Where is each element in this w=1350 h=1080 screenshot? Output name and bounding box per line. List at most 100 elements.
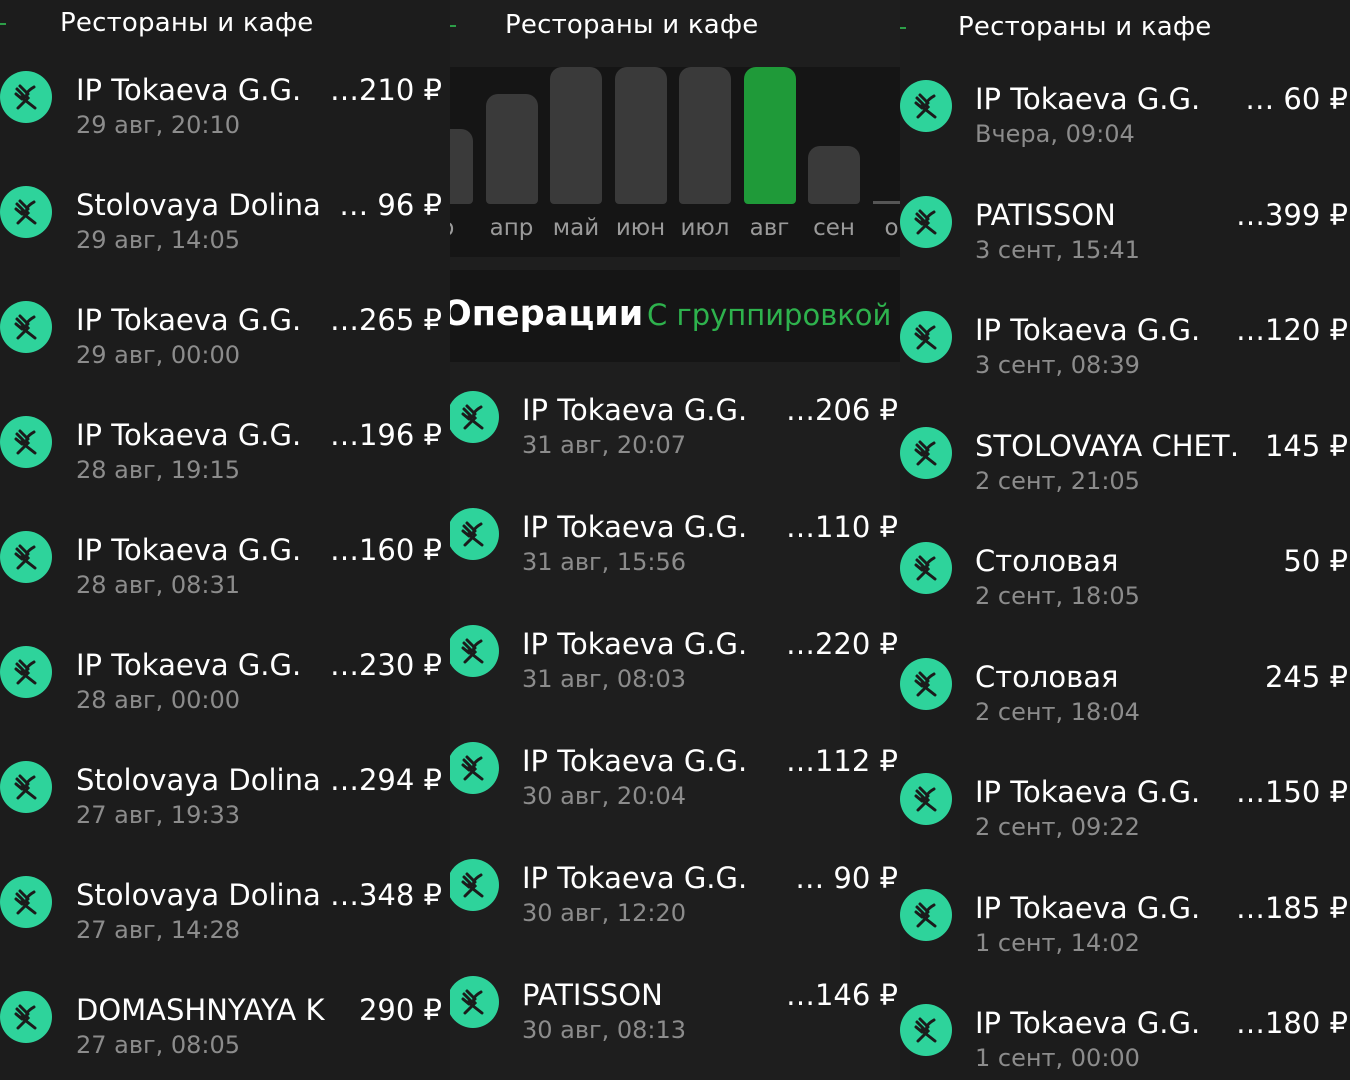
transaction-row[interactable]: IP Tokaeva G.G. 31 авг, 08:03 …220 ₽ <box>450 599 900 709</box>
month-bar[interactable] <box>550 67 602 204</box>
transaction-amount: …265 ₽ <box>329 303 442 337</box>
transaction-row[interactable]: IP Tokaeva G.G. 29 авг, 00:00 …265 ₽ <box>0 275 450 385</box>
page-title: Рестораны и кафе <box>958 12 1212 42</box>
transaction-row[interactable]: IP Tokaeva G.G. Вчера, 09:04 … 60 ₽ <box>900 54 1350 164</box>
monthly-spending-chart: рапрмайиюниюлавгсенок <box>450 67 900 257</box>
transaction-amount: … 96 ₽ <box>339 188 442 222</box>
transaction-row[interactable]: IP Tokaeva G.G. 1 сент, 00:00 …180 ₽ <box>900 978 1350 1080</box>
transaction-date: 2 сент, 18:04 <box>975 697 1140 726</box>
fork-knife-icon <box>900 311 952 363</box>
merchant-name: PATISSON <box>975 197 1116 232</box>
month-label: авг <box>749 215 790 241</box>
transaction-date: 1 сент, 14:02 <box>975 928 1140 957</box>
merchant-name: IP Tokaeva G.G. <box>76 533 302 567</box>
transaction-amount: … 90 ₽ <box>795 861 898 895</box>
page-title: Рестораны и кафе <box>60 8 314 38</box>
transaction-date: 31 авг, 08:03 <box>522 665 687 693</box>
month-label: июл <box>680 215 730 241</box>
transaction-amount: 290 ₽ <box>358 993 442 1027</box>
transaction-row[interactable]: IP Tokaeva G.G. 31 авг, 15:56 …110 ₽ <box>450 482 900 592</box>
transaction-row[interactable]: IP Tokaeva G.G. 2 сент, 09:22 …150 ₽ <box>900 747 1350 857</box>
merchant-name: Stolovaya Dolina <box>76 763 321 797</box>
transaction-row[interactable]: PATISSON 3 сент, 15:41 …399 ₽ <box>900 170 1350 280</box>
transaction-row[interactable]: DOMASHNYAYA K… 27 авг, 08:05 290 ₽ <box>0 965 450 1075</box>
transaction-row[interactable]: IP Tokaeva G.G. 28 авг, 00:00 …230 ₽ <box>0 620 450 730</box>
merchant-name: IP Tokaeva G.G. <box>522 627 748 661</box>
transaction-date: Вчера, 09:04 <box>975 120 1135 148</box>
transaction-row[interactable]: STOLOVAYA CHET… 2 сент, 21:05 145 ₽ <box>900 401 1350 511</box>
transaction-date: 3 сент, 15:41 <box>975 235 1140 264</box>
transaction-amount: 145 ₽ <box>1264 428 1348 463</box>
month-bar[interactable] <box>808 146 860 204</box>
month-label: апр <box>489 215 534 241</box>
transaction-amount: …180 ₽ <box>1235 1006 1348 1040</box>
transaction-date: 30 авг, 08:13 <box>522 1016 687 1044</box>
transaction-amount: …210 ₽ <box>329 73 442 107</box>
grouping-toggle[interactable]: С группировкой <box>647 298 891 332</box>
panel-august-end: Рестораны и кафе IP Tokaeva G.G. 29 авг, … <box>0 0 450 1080</box>
merchant-name: Stolovaya Dolina <box>76 188 321 222</box>
fork-knife-icon <box>900 657 952 710</box>
fork-knife-icon <box>450 976 499 1028</box>
merchant-name: IP Tokaeva G.G. <box>975 890 1201 925</box>
operations-title: Операции <box>450 294 644 334</box>
fork-knife-icon <box>0 71 52 123</box>
fork-knife-icon <box>450 742 499 794</box>
transaction-amount: …150 ₽ <box>1235 775 1348 809</box>
transaction-date: 2 сент, 21:05 <box>975 466 1140 495</box>
transaction-date: 27 авг, 08:05 <box>76 1031 241 1059</box>
transaction-row[interactable]: Столовая 2 сент, 18:04 245 ₽ <box>900 632 1350 742</box>
transaction-row[interactable]: IP Tokaeva G.G. 3 сент, 08:39 …120 ₽ <box>900 285 1350 395</box>
transaction-amount: …112 ₽ <box>785 744 898 778</box>
panel-chart-operations: Рестораны и кафе рапрмайиюниюлавгсенок О… <box>450 0 900 1080</box>
transaction-row[interactable]: IP Tokaeva G.G. 1 сент, 14:02 …185 ₽ <box>900 863 1350 973</box>
transaction-row[interactable]: IP Tokaeva G.G. 30 авг, 20:04 …112 ₽ <box>450 716 900 826</box>
transaction-row[interactable]: IP Tokaeva G.G. 28 авг, 19:15 …196 ₽ <box>0 390 450 500</box>
merchant-name: IP Tokaeva G.G. <box>975 82 1201 116</box>
merchant-name: IP Tokaeva G.G. <box>522 393 748 427</box>
transaction-date: 28 авг, 00:00 <box>76 686 241 714</box>
transaction-row[interactable]: IP Tokaeva G.G. 28 авг, 08:31 …160 ₽ <box>0 505 450 615</box>
back-indicator <box>450 25 456 27</box>
transaction-amount: …399 ₽ <box>1235 197 1348 232</box>
merchant-name: Столовая <box>975 544 1119 578</box>
transaction-amount: …206 ₽ <box>785 393 898 427</box>
back-indicator <box>900 27 906 29</box>
transaction-row[interactable]: Столовая 2 сент, 18:05 50 ₽ <box>900 516 1350 626</box>
month-bar[interactable] <box>450 128 473 204</box>
month-bar[interactable] <box>743 67 796 204</box>
transaction-date: 29 авг, 00:00 <box>76 341 241 369</box>
transaction-row[interactable]: IP Tokaeva G.G. 30 авг, 12:20 … 90 ₽ <box>450 833 900 943</box>
transaction-date: 31 авг, 15:56 <box>522 548 687 576</box>
transaction-row[interactable]: PATISSON 30 авг, 08:13 …146 ₽ <box>450 950 900 1060</box>
month-bar[interactable] <box>679 67 731 204</box>
fork-knife-icon <box>0 301 52 353</box>
transaction-date: 28 авг, 19:15 <box>76 456 241 484</box>
transaction-row[interactable]: Stolovaya Dolina 27 авг, 19:33 …294 ₽ <box>0 735 450 845</box>
transaction-amount: …146 ₽ <box>785 978 898 1012</box>
transaction-amount: …110 ₽ <box>785 510 898 544</box>
month-bar[interactable] <box>485 94 538 204</box>
fork-knife-icon <box>900 80 952 132</box>
back-indicator <box>0 23 6 25</box>
transaction-row[interactable]: IP Tokaeva G.G. 31 авг, 20:07 …206 ₽ <box>450 365 900 475</box>
merchant-name: Столовая <box>975 659 1119 694</box>
fork-knife-icon <box>900 542 952 594</box>
transaction-date: 28 авг, 08:31 <box>76 571 241 599</box>
transaction-date: 2 сент, 09:22 <box>975 813 1140 841</box>
month-bar[interactable] <box>872 201 900 204</box>
merchant-name: PATISSON <box>522 978 663 1012</box>
transaction-date: 30 авг, 20:04 <box>522 782 687 810</box>
transaction-amount: 245 ₽ <box>1264 659 1348 694</box>
fork-knife-icon <box>450 508 499 560</box>
transaction-amount: …348 ₽ <box>329 878 442 912</box>
transaction-row[interactable]: Stolovaya Dolina 29 авг, 14:05 … 96 ₽ <box>0 160 450 270</box>
transaction-row[interactable]: IP Tokaeva G.G. 29 авг, 20:10 …210 ₽ <box>0 45 450 155</box>
transaction-date: 31 авг, 20:07 <box>522 431 687 459</box>
page-title: Рестораны и кафе <box>505 10 759 40</box>
month-bar[interactable] <box>614 67 667 204</box>
panel-september: Рестораны и кафе IP Tokaeva G.G. Вчера, 0… <box>900 0 1350 1080</box>
merchant-name: IP Tokaeva G.G. <box>522 861 748 895</box>
transaction-row[interactable]: Stolovaya Dolina 27 авг, 14:28 …348 ₽ <box>0 850 450 960</box>
merchant-name: IP Tokaeva G.G. <box>76 73 302 107</box>
